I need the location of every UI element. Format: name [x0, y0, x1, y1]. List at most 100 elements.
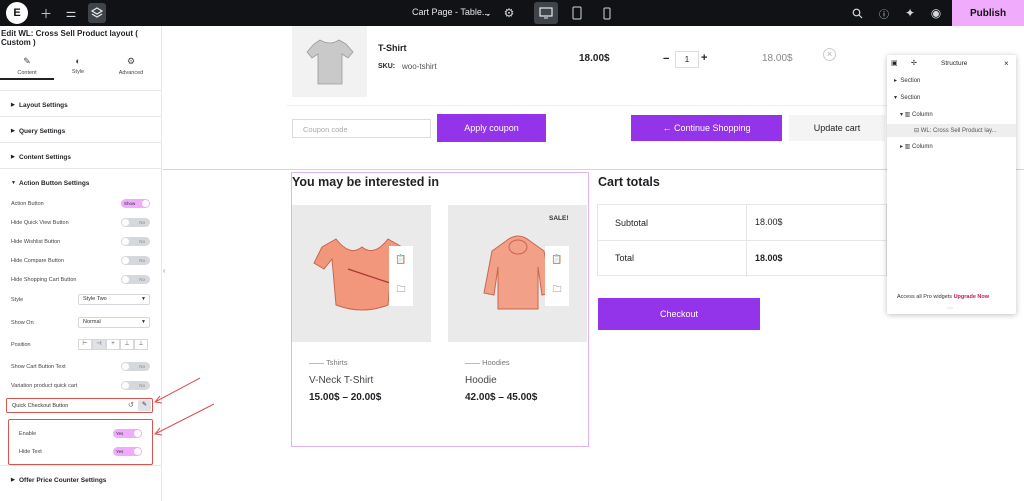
total-value: 18.00$ — [755, 253, 783, 263]
action-button-toggle[interactable]: Show — [121, 199, 150, 208]
tablet-device-icon[interactable] — [569, 5, 585, 21]
magic-icon[interactable]: ✢ — [911, 59, 917, 67]
tab-content[interactable]: ✎ Content — [0, 56, 54, 80]
pencil-icon: ✎ — [23, 56, 31, 66]
add-element-icon[interactable]: ＋ — [38, 5, 54, 21]
top-bar: E ＋ ⚌ Cart Page - Table... ⌄ ⚙ ⓘ ✦ ◉ Pub… — [0, 0, 1024, 26]
chevron-down-icon[interactable]: ⌄ — [480, 5, 496, 21]
desktop-device-icon[interactable] — [534, 2, 558, 24]
sku-label: SKU: — [378, 63, 396, 70]
cart-product-name[interactable]: T-Shirt — [378, 43, 407, 53]
enable-label: Enable — [19, 431, 37, 437]
caret-right-icon: ▶ — [11, 128, 15, 134]
qty-minus-button[interactable]: − — [663, 53, 669, 65]
tab-advanced[interactable]: ⚙ Advanced — [104, 56, 158, 76]
section-label: Action Button Settings — [19, 180, 90, 187]
position-bottom-right-icon[interactable]: ⊥ — [134, 339, 148, 350]
hide-cart-toggle[interactable]: No — [121, 275, 150, 284]
notifications-icon[interactable]: ✦ — [902, 5, 918, 21]
subtotal-label: Subtotal — [615, 218, 649, 228]
product-price: 15.00$ – 20.00$ — [309, 392, 382, 403]
page-settings-gear-icon[interactable]: ⚙ — [501, 5, 517, 21]
product-category[interactable]: —— Tshirts — [309, 358, 348, 367]
preview-eye-icon[interactable]: ◉ — [928, 5, 944, 21]
page-name-dropdown[interactable]: Cart Page - Table... — [412, 7, 489, 17]
folder-icon[interactable]: 🗀 — [396, 282, 405, 298]
close-icon[interactable]: × — [1004, 59, 1009, 68]
structure-item-section[interactable]: ▾ Section — [894, 94, 920, 101]
item-label: Column — [912, 112, 933, 118]
clipboard-icon[interactable]: 📋 — [395, 254, 406, 265]
variation-quick-cart-toggle[interactable]: No — [121, 381, 150, 390]
update-cart-button[interactable]: Update cart — [789, 115, 885, 141]
hide-wishlist-toggle[interactable]: No — [121, 237, 150, 246]
enable-toggle[interactable]: Yes — [113, 429, 142, 438]
quantity-stepper: − 1 + — [661, 51, 713, 68]
qty-plus-button[interactable]: + — [701, 52, 707, 64]
search-icon[interactable] — [849, 5, 865, 21]
show-on-select[interactable]: Normal ▼ — [78, 317, 150, 328]
position-left-icon[interactable]: ⊢ — [78, 339, 92, 350]
upgrade-now-link[interactable]: Upgrade Now — [954, 294, 989, 300]
tshirt-thumbnail[interactable] — [292, 26, 367, 97]
style-select[interactable]: Style Two ▼ — [78, 294, 150, 305]
panel-title: Edit WL: Cross Sell Product layout ( Cus… — [1, 29, 138, 47]
tab-label: Style — [71, 69, 85, 75]
show-cart-text-toggle[interactable]: No — [121, 362, 150, 371]
section-layout-settings[interactable]: ▶ Layout Settings — [0, 90, 162, 116]
sku-value: woo-tshirt — [402, 62, 437, 71]
structure-title: Structure — [941, 60, 968, 67]
cross-sell-heading: You may be interested in — [292, 175, 440, 189]
pro-widgets-text: Access all Pro widgets Upgrade Now — [897, 294, 989, 300]
structure-item-column[interactable]: ▾ ▥ Column — [900, 111, 933, 118]
position-center-icon[interactable]: + — [106, 339, 120, 350]
clipboard-icon[interactable]: 📋 — [551, 254, 562, 265]
product-category[interactable]: —— Hoodies — [465, 358, 510, 367]
elementor-logo-icon[interactable]: E — [6, 2, 28, 24]
section-label: Offer Price Counter Settings — [19, 477, 107, 484]
hide-compare-toggle[interactable]: No — [121, 256, 150, 265]
structure-item-widget[interactable]: ⊟ WL: Cross Sell Product lay... — [914, 127, 997, 134]
annotation-arrows — [154, 377, 215, 436]
resize-handle-icon[interactable]: ⋯ — [947, 305, 953, 312]
chevron-down-icon: ▼ — [141, 319, 146, 325]
section-action-button-settings[interactable]: ▼ Action Button Settings — [0, 168, 162, 194]
tab-style[interactable]: ◐ Style — [51, 56, 105, 75]
quick-checkout-label: Quick Checkout Button — [12, 403, 69, 409]
variation-quick-cart-label: Variation product quick cart — [11, 383, 78, 389]
structure-item-section[interactable]: ▸ Section — [894, 77, 920, 84]
position-bottom-icon[interactable]: ⊥ — [120, 339, 134, 350]
continue-shopping-button[interactable]: ← Continue Shopping — [631, 115, 782, 141]
reset-icon[interactable]: ↺ — [128, 401, 134, 409]
select-value: Normal — [83, 319, 101, 325]
qty-input[interactable]: 1 — [675, 51, 699, 68]
structure-item-column[interactable]: ▸ ▥ Column — [900, 143, 933, 150]
select-value: Style Two — [83, 296, 107, 302]
checkout-button[interactable]: Checkout — [598, 298, 760, 330]
product-name[interactable]: Hoodie — [465, 375, 497, 386]
mobile-device-icon[interactable] — [599, 5, 615, 21]
hide-quick-view-toggle[interactable]: No — [121, 218, 150, 227]
quick-checkout-button-control[interactable]: Quick Checkout Button ↺ ✎ — [6, 398, 153, 413]
collapse-panel-icon[interactable]: ‹ — [163, 268, 165, 275]
publish-button[interactable]: Publish — [952, 0, 1024, 26]
hide-text-toggle[interactable]: Yes — [113, 447, 142, 456]
quick-checkout-popover: Enable Yes Hide Text Yes — [8, 419, 153, 465]
coupon-input[interactable]: Coupon code — [292, 119, 431, 138]
hide-wishlist-label: Hide Wishlist Button — [11, 239, 61, 245]
section-offer-price-counter[interactable]: ▶ Offer Price Counter Settings — [0, 465, 162, 491]
help-icon[interactable]: ⓘ — [876, 5, 892, 21]
apply-coupon-button[interactable]: Apply coupon — [437, 114, 546, 142]
hide-text-label: Hide Text — [19, 449, 42, 455]
position-label: Position — [11, 342, 31, 348]
structure-layers-icon[interactable] — [88, 3, 106, 23]
product-name[interactable]: V-Neck T-Shirt — [309, 375, 373, 386]
remove-item-icon[interactable]: × — [823, 48, 836, 61]
structure-panel: ▣ ✢ Structure × ▸ Section ▾ Section ▾ ▥ … — [887, 55, 1016, 314]
caret-right-icon: ▶ — [11, 477, 15, 483]
section-query-settings[interactable]: ▶ Query Settings — [0, 116, 162, 142]
settings-sliders-icon[interactable]: ⚌ — [63, 5, 79, 21]
position-right-icon[interactable]: ⊣ — [92, 339, 106, 350]
folder-icon[interactable]: 🗀 — [552, 282, 561, 298]
section-content-settings[interactable]: ▶ Content Settings — [0, 142, 162, 168]
